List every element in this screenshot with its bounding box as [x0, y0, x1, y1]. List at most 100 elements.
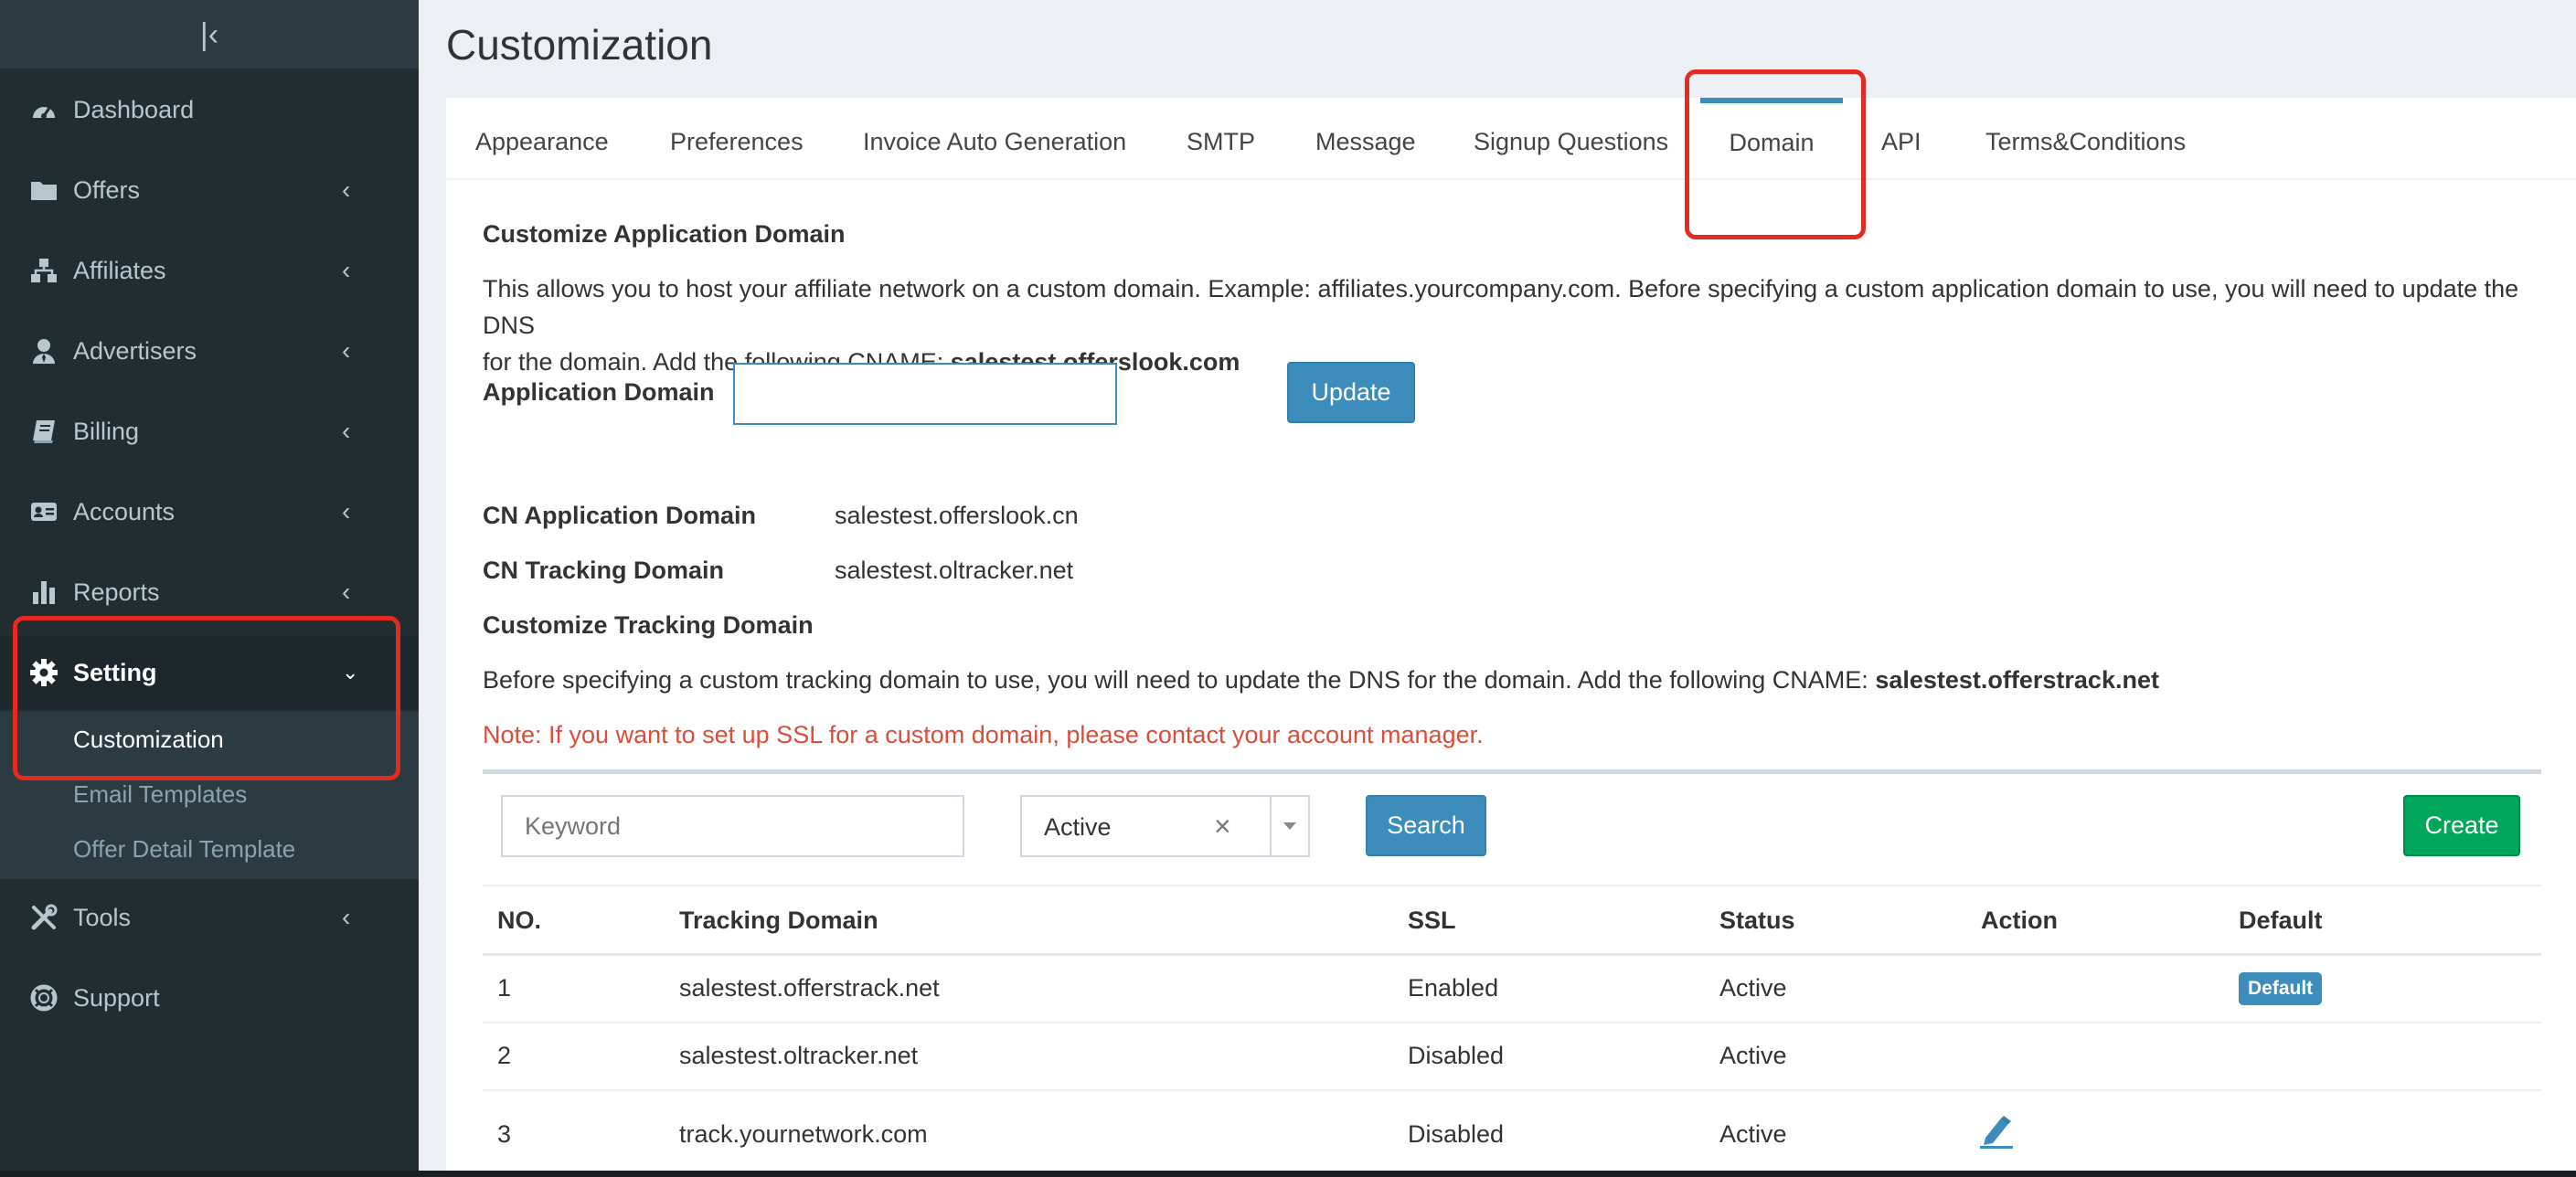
sidebar-item-label: Affiliates [73, 256, 166, 284]
tools-icon [29, 903, 59, 932]
sidebar-item-accounts[interactable]: Accounts ‹ [0, 475, 419, 548]
tracking-desc-text: Before specifying a custom tracking doma… [483, 666, 1876, 694]
sidebar-item-offers[interactable]: Offers ‹ [0, 154, 419, 227]
row-status: Active [1719, 1042, 1787, 1069]
application-domain-input[interactable] [733, 363, 1117, 425]
tab-smtp[interactable]: SMTP [1187, 98, 1255, 178]
chevron-left-icon: ‹ [342, 256, 351, 284]
gear-icon [29, 658, 59, 687]
chevron-down-icon: ⌄ [342, 661, 359, 684]
clear-selection-icon[interactable]: × [1214, 810, 1231, 843]
tab-api[interactable]: API [1881, 98, 1921, 178]
row-ssl: Disabled [1408, 1042, 1505, 1069]
tab-preferences[interactable]: Preferences [670, 98, 804, 178]
row-divider [483, 1089, 2541, 1091]
sidebar-item-dashboard[interactable]: Dashboard [0, 73, 419, 146]
keyword-input[interactable] [501, 795, 964, 857]
update-button[interactable]: Update [1287, 362, 1415, 423]
sidebar-item-billing[interactable]: Billing ‹ [0, 395, 419, 468]
row-status: Active [1719, 974, 1787, 1002]
sidebar-item-label: Setting [73, 658, 157, 686]
cn-application-domain-label: CN Application Domain [483, 502, 757, 529]
sidebar-item-tools[interactable]: Tools ‹ [0, 881, 419, 954]
row-divider [483, 1022, 2541, 1023]
app-domain-heading: Customize Application Domain [483, 220, 846, 248]
status-select-value: Active [1044, 813, 1112, 841]
column-header-default: Default [2239, 907, 2323, 934]
window-bottom-edge [0, 1171, 2576, 1177]
submenu-item-offer-detail-template[interactable]: Offer Detail Template [73, 835, 295, 864]
application-domain-label: Application Domain [483, 378, 715, 406]
submenu-item-email-templates[interactable]: Email Templates [73, 780, 247, 809]
collapse-sidebar-icon[interactable]: |‹ [200, 19, 218, 50]
tab-appearance[interactable]: Appearance [475, 98, 609, 178]
cn-tracking-domain-value: salestest.oltracker.net [835, 557, 1074, 584]
caret-down-icon [1283, 822, 1296, 830]
book-icon [29, 417, 59, 446]
setting-submenu: Customization Email Templates Offer Deta… [0, 711, 419, 879]
row-tracking-domain: track.yournetwork.com [679, 1120, 928, 1148]
sitemap-icon [29, 256, 59, 285]
row-no: 3 [497, 1120, 512, 1148]
sidebar-item-label: Billing [73, 417, 140, 445]
ssl-note: Note: If you want to set up SSL for a cu… [483, 721, 1484, 748]
sidebar-item-label: Offers [73, 175, 141, 204]
tab-domain[interactable]: Domain [1700, 98, 1843, 184]
user-tie-icon [29, 336, 59, 366]
default-badge: Default [2239, 972, 2323, 1005]
tab-bar: Appearance Preferences Invoice Auto Gene… [446, 98, 2576, 180]
dashboard-icon [29, 95, 59, 124]
sidebar-item-label: Reports [73, 578, 160, 606]
page-title: Customization [446, 21, 713, 69]
chevron-left-icon: ‹ [342, 175, 351, 204]
tab-message[interactable]: Message [1315, 98, 1416, 178]
tab-invoice-auto-generation[interactable]: Invoice Auto Generation [863, 98, 1126, 178]
row-tracking-domain: salestest.oltracker.net [679, 1042, 919, 1069]
table-box-divider [483, 769, 2541, 774]
sidebar-item-setting[interactable]: Setting ⌄ [0, 636, 419, 709]
submenu-item-customization[interactable]: Customization [73, 726, 224, 754]
sidebar-item-advertisers[interactable]: Advertisers ‹ [0, 314, 419, 387]
folder-icon [29, 175, 59, 205]
table-header-border [483, 953, 2541, 956]
tab-terms-conditions[interactable]: Terms&Conditions [1985, 98, 2186, 178]
sidebar-item-label: Accounts [73, 497, 176, 525]
sidebar-header: |‹ [0, 0, 419, 69]
chevron-left-icon: ‹ [342, 578, 351, 606]
chevron-left-icon: ‹ [342, 336, 351, 365]
sidebar-item-affiliates[interactable]: Affiliates ‹ [0, 234, 419, 307]
row-status: Active [1719, 1120, 1787, 1148]
sidebar-item-label: Advertisers [73, 336, 197, 365]
chevron-left-icon: ‹ [342, 417, 351, 445]
id-card-icon [29, 497, 59, 526]
tab-signup-questions[interactable]: Signup Questions [1474, 98, 1668, 178]
sidebar-item-label: Tools [73, 903, 132, 931]
life-ring-icon [29, 983, 59, 1013]
sidebar-item-support[interactable]: Support [0, 961, 419, 1034]
sidebar-item-label: Dashboard [73, 95, 195, 123]
app-domain-desc-line1: This allows you to host your affiliate n… [483, 275, 2519, 339]
table-top-border [483, 885, 2541, 886]
row-tracking-domain: salestest.offerstrack.net [679, 974, 940, 1002]
search-button[interactable]: Search [1366, 795, 1486, 856]
tracking-domain-description: Before specifying a custom tracking doma… [483, 662, 2558, 698]
create-button[interactable]: Create [2403, 795, 2520, 856]
column-header-action: Action [1981, 907, 2058, 934]
row-ssl: Enabled [1408, 974, 1499, 1002]
status-select[interactable]: Active × [1020, 795, 1272, 857]
row-ssl: Disabled [1408, 1120, 1505, 1148]
status-dropdown-toggle[interactable] [1270, 795, 1310, 857]
chevron-left-icon: ‹ [342, 497, 351, 525]
bar-chart-icon [29, 578, 59, 607]
row-no: 2 [497, 1042, 512, 1069]
tracking-domain-heading: Customize Tracking Domain [483, 611, 814, 639]
edit-icon[interactable] [1978, 1114, 2015, 1155]
sidebar: |‹ Dashboard Offers ‹ Affiliates ‹ Adver… [0, 0, 419, 1177]
cn-tracking-domain-label: CN Tracking Domain [483, 557, 725, 584]
column-header-ssl: SSL [1408, 907, 1456, 934]
column-header-no: NO. [497, 907, 542, 934]
tracking-cname: salestest.offerstrack.net [1875, 666, 2159, 694]
sidebar-item-reports[interactable]: Reports ‹ [0, 556, 419, 629]
sidebar-item-label: Support [73, 983, 160, 1012]
column-header-tracking-domain: Tracking Domain [679, 907, 878, 934]
